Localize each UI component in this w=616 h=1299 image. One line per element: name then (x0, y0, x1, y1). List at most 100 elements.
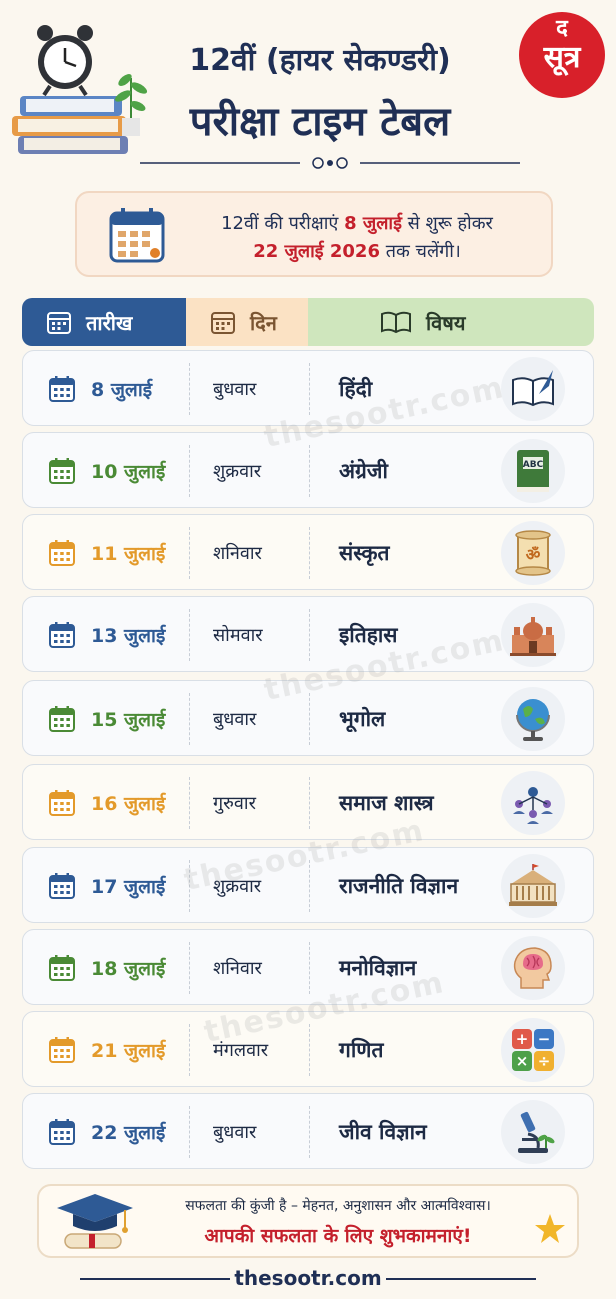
column-separator (189, 693, 190, 745)
svg-text:ABC: ABC (523, 460, 544, 470)
row-date: 16 जुलाई (47, 765, 165, 841)
calendar-icon (109, 208, 165, 263)
row-date-text: 16 जुलाई (91, 793, 166, 815)
column-header-day-label: दिन (250, 310, 277, 335)
column-header-date-label: तारीख (86, 310, 133, 335)
calendar-icon (49, 458, 75, 484)
row-date: 22 जुलाई (47, 1094, 165, 1170)
column-separator (309, 445, 310, 497)
column-separator (309, 942, 310, 994)
info-line1-text: 12वीं की परीक्षाएं (221, 213, 345, 234)
info-line1-text-end: से शुरू होकर (401, 213, 493, 234)
row-day: शुक्रवार (213, 461, 262, 482)
row-date: 11 जुलाई (47, 515, 165, 591)
calculator-icon: + − × ÷ (501, 1018, 565, 1082)
column-separator (309, 777, 310, 829)
calendar-icon (49, 540, 75, 566)
row-day: सोमवार (213, 625, 263, 646)
calendar-icon (49, 622, 75, 648)
row-day: बुधवार (213, 709, 257, 730)
star-icon (535, 1214, 565, 1243)
info-line2-text-end: तक चलेंगी। (379, 241, 461, 262)
row-date-text: 11 जुलाई (91, 543, 166, 565)
table-row: 13 जुलाई सोमवार इतिहास (22, 596, 594, 672)
column-separator (189, 777, 190, 829)
row-subject: अंग्रेजी (339, 459, 388, 483)
column-header-subject-label: विषय (426, 310, 466, 335)
calendar-icon (49, 790, 75, 816)
svg-text:+: + (516, 1030, 529, 1048)
ornament-divider (140, 157, 520, 169)
row-subject: संस्कृत (339, 541, 390, 565)
row-date: 13 जुलाई (47, 597, 165, 673)
table-header: तारीख दिन विषय (22, 298, 594, 346)
graduation-cap-icon (57, 1194, 133, 1249)
monument-icon (501, 603, 565, 667)
table-row: 11 जुलाई शनिवार संस्कृत ॐ (22, 514, 594, 590)
table-row: 16 जुलाई गुरुवार समाज शास्त्र (22, 764, 594, 840)
calendar-icon (49, 1119, 75, 1145)
calendar-icon (49, 706, 75, 732)
row-date-text: 22 जुलाई (91, 1122, 166, 1144)
om-scroll-icon: ॐ (501, 521, 565, 585)
start-date-highlight: 8 जुलाई (344, 213, 402, 234)
column-separator (309, 1024, 310, 1076)
row-date-text: 8 जुलाई (91, 379, 153, 401)
row-day: बुधवार (213, 379, 257, 400)
parliament-icon (501, 854, 565, 918)
column-separator (309, 609, 310, 661)
calendar-icon (47, 312, 71, 334)
the-sootr-logo[interactable]: द सूत्र (519, 12, 605, 98)
people-network-icon (501, 771, 565, 835)
column-separator (189, 1106, 190, 1158)
svg-text:÷: ÷ (538, 1052, 551, 1070)
best-wishes-line: आपकी सफलता के लिए शुभकामनाएं! (204, 1225, 472, 1247)
column-separator (189, 527, 190, 579)
calendar-icon (211, 312, 235, 334)
row-subject: जीव विज्ञान (339, 1120, 427, 1144)
column-separator (189, 363, 190, 415)
motivation-line-1: सफलता की कुंजी है – मेहनत, अनुशासन और आत… (185, 1198, 491, 1214)
row-day: शनिवार (213, 543, 262, 564)
row-date-text: 15 जुलाई (91, 709, 166, 731)
calendar-icon (49, 376, 75, 402)
calendar-icon (49, 955, 75, 981)
column-separator (189, 445, 190, 497)
svg-text:−: − (538, 1030, 551, 1048)
calendar-icon (49, 873, 75, 899)
row-date: 15 जुलाई (47, 681, 165, 757)
globe-icon (501, 687, 565, 751)
row-date: 18 जुलाई (47, 930, 165, 1006)
column-header-subject: विषय (308, 298, 594, 346)
row-date: 10 जुलाई (47, 433, 165, 509)
exam-dates-info-box: 12वीं की परीक्षाएं 8 जुलाई से शुरू होकर … (75, 191, 553, 277)
column-separator (189, 1024, 190, 1076)
row-day: बुधवार (213, 1122, 257, 1143)
column-separator (309, 527, 310, 579)
svg-text:×: × (516, 1052, 529, 1070)
column-separator (309, 693, 310, 745)
header: 12वीं (हायर सेकण्डरी) परीक्षा टाइम टेबल … (0, 0, 616, 180)
motivation-box: सफलता की कुंजी है – मेहनत, अनुशासन और आत… (37, 1184, 579, 1258)
row-subject: गणित (339, 1038, 384, 1062)
svg-text:ॐ: ॐ (526, 545, 541, 564)
column-separator (189, 609, 190, 661)
calendar-icon (49, 1037, 75, 1063)
row-date: 17 जुलाई (47, 848, 165, 924)
logo-bottom-text: सूत्र (543, 40, 581, 75)
info-line-1: 12वीं की परीक्षाएं 8 जुलाई से शुरू होकर (177, 211, 537, 235)
row-date-text: 17 जुलाई (91, 876, 166, 898)
book-quill-icon (501, 357, 565, 421)
row-date: 8 जुलाई (47, 351, 152, 427)
website-link[interactable]: thesootr.com (0, 1266, 616, 1290)
alarm-clock-books-plant-icon (12, 25, 148, 154)
end-date-highlight: 22 जुलाई 2026 (253, 241, 380, 262)
row-date-text: 10 जुलाई (91, 461, 166, 483)
row-subject: भूगोल (339, 707, 386, 731)
microscope-icon (501, 1100, 565, 1164)
column-separator (309, 1106, 310, 1158)
info-line-2: 22 जुलाई 2026 तक चलेंगी। (177, 239, 537, 263)
brain-head-icon (501, 936, 565, 1000)
table-row: 22 जुलाई बुधवार जीव विज्ञान (22, 1093, 594, 1169)
row-date: 21 जुलाई (47, 1012, 165, 1088)
